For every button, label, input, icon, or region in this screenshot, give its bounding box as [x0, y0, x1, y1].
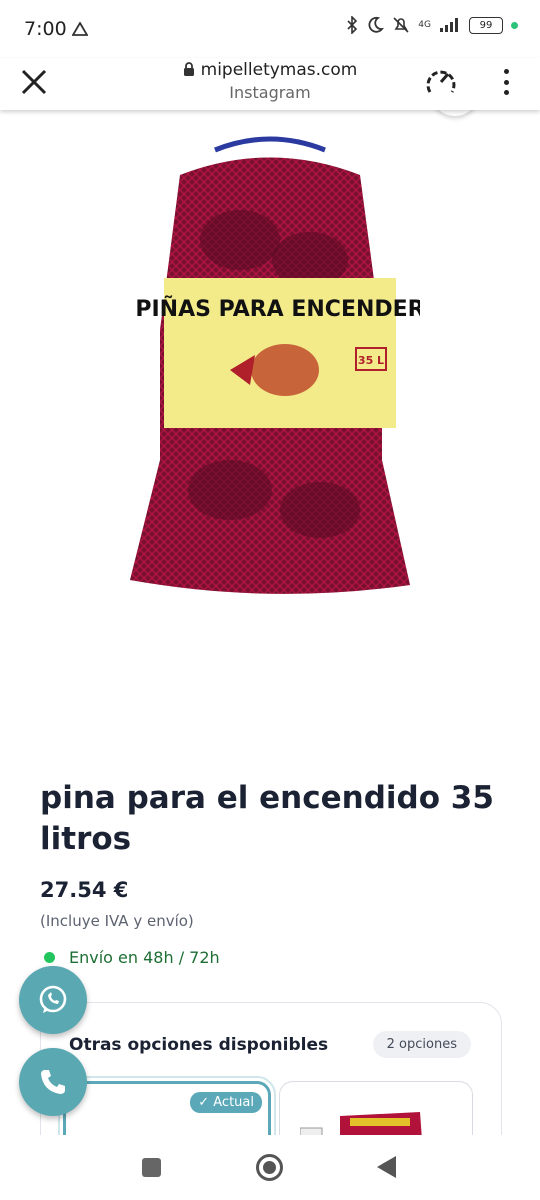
- home-button[interactable]: [256, 1154, 283, 1181]
- lock-icon: [183, 62, 194, 76]
- battery-indicator: 99: [469, 16, 503, 34]
- call-button[interactable]: [19, 1048, 87, 1116]
- status-icons: 4G 99: [346, 16, 518, 34]
- alarm-icon: [72, 22, 88, 36]
- more-options-icon[interactable]: [494, 66, 518, 98]
- url-host: mipelletymas.com: [200, 60, 358, 80]
- whatsapp-icon: [39, 985, 67, 1013]
- shipping-text: Envío en 48h / 72h: [69, 948, 220, 967]
- source-label: Instagram: [229, 83, 311, 102]
- option-thumbnail: [144, 1124, 204, 1135]
- current-badge: ✓ Actual: [190, 1092, 262, 1113]
- product-price: 27.54 €: [40, 878, 129, 902]
- product-image[interactable]: PIÑAS PARA ENCENDER 35 L: [120, 130, 420, 610]
- option-card-alt[interactable]: [279, 1081, 473, 1135]
- whatsapp-button[interactable]: [19, 966, 87, 1034]
- status-bar: 7:00 4G 99: [0, 0, 540, 58]
- phone-icon: [41, 1070, 65, 1094]
- options-title: Otras opciones disponibles: [69, 1035, 329, 1055]
- back-button[interactable]: [377, 1156, 396, 1178]
- option-thumbnail: [300, 1112, 422, 1135]
- url-area[interactable]: mipelletymas.com Instagram: [130, 58, 410, 102]
- in-app-browser-bar: mipelletymas.com Instagram: [0, 58, 540, 110]
- network-type: 4G: [418, 19, 431, 30]
- system-nav-bar: [0, 1135, 540, 1200]
- floating-button-edge[interactable]: [430, 110, 480, 116]
- shipping-info: Envío en 48h / 72h: [44, 948, 220, 967]
- recent-apps-button[interactable]: [142, 1158, 161, 1177]
- other-options-card: Otras opciones disponibles 2 opciones ✓ …: [40, 1002, 502, 1135]
- tax-note: (Incluye IVA y envío): [40, 912, 194, 930]
- url-text: mipelletymas.com: [130, 60, 410, 80]
- privacy-dot: [511, 21, 518, 29]
- close-icon[interactable]: [16, 64, 52, 100]
- mute-bell-icon: [393, 17, 409, 33]
- bluetooth-icon: [347, 16, 358, 34]
- signal-icon: [440, 18, 458, 32]
- speed-gauge-icon[interactable]: [422, 62, 460, 100]
- option-card-current[interactable]: ✓ Actual: [58, 1076, 276, 1135]
- shipping-status-dot: [44, 952, 55, 963]
- status-time: 7:00: [24, 18, 67, 40]
- bag-label-headline: PIÑAS PARA ENCENDER: [135, 296, 420, 322]
- product-title: pina para el encendido 35 litros: [40, 780, 494, 857]
- bag-label-size: 35 L: [358, 354, 384, 367]
- moon-icon: [368, 16, 385, 33]
- options-count-badge: 2 opciones: [372, 1031, 471, 1058]
